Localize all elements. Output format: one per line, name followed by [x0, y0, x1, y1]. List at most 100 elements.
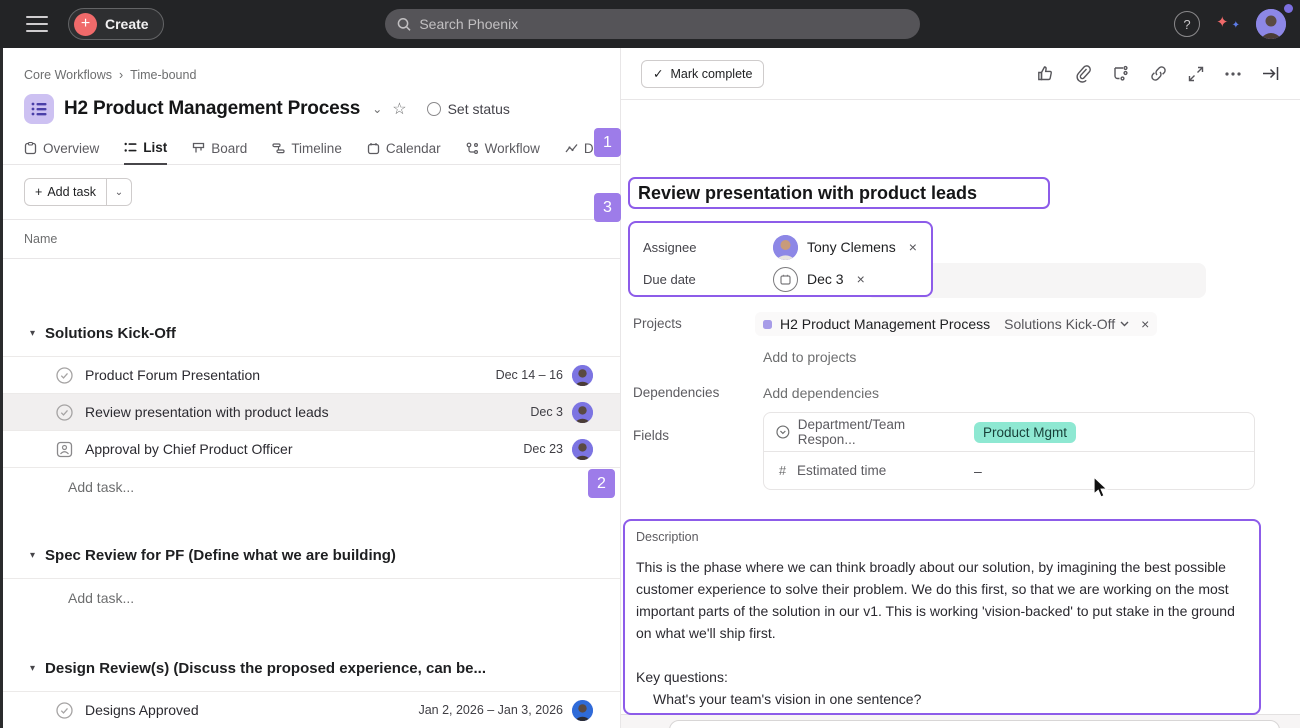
section-header-solutions-kickoff[interactable]: ▾ Solutions Kick-Off	[0, 311, 620, 357]
section-title: Design Review(s) (Discuss the proposed e…	[45, 660, 486, 677]
approval-icon[interactable]	[56, 441, 73, 458]
calendar-icon	[773, 267, 798, 292]
add-task-button[interactable]: + Add task ⌄	[24, 178, 132, 206]
add-task-row[interactable]: Add task...	[0, 468, 620, 505]
task-title: Review presentation with product leads	[638, 183, 977, 204]
close-panel-icon[interactable]	[1261, 65, 1280, 82]
overview-icon	[24, 142, 37, 155]
collapse-triangle-icon[interactable]: ▾	[30, 550, 35, 561]
tab-timeline[interactable]: Timeline	[272, 141, 342, 164]
description-label: Description	[636, 530, 1245, 544]
annotation-badge-2: 2	[588, 469, 615, 498]
add-task-caret-icon[interactable]: ⌄	[107, 179, 131, 205]
task-name: Review presentation with product leads	[85, 404, 329, 420]
department-tag[interactable]: Product Mgmt	[974, 422, 1076, 443]
project-name: H2 Product Management Process	[780, 316, 990, 332]
remove-project-icon[interactable]: ×	[1137, 316, 1149, 332]
add-task-row[interactable]: Add task...	[0, 579, 620, 616]
task-row-selected[interactable]: Review presentation with product leads D…	[0, 394, 620, 431]
assignee-avatar	[572, 402, 593, 423]
check-icon: ✓	[653, 66, 663, 81]
description-paragraph: This is the phase where we can think bro…	[636, 556, 1248, 644]
workflow-icon	[466, 142, 479, 155]
custom-fields-table: Department/Team Respon... Product Mgmt #…	[763, 412, 1255, 490]
projects-label: Projects	[633, 316, 682, 331]
breadcrumb-time-bound[interactable]: Time-bound	[130, 68, 196, 82]
section-header-design-reviews[interactable]: ▾ Design Review(s) (Discuss the proposed…	[0, 646, 620, 692]
check-circle-icon[interactable]	[56, 702, 73, 719]
description-heading: Key questions:	[636, 666, 1248, 688]
favorite-star-icon[interactable]: ☆	[392, 99, 406, 119]
description-field[interactable]: Description This is the phase where we c…	[623, 519, 1261, 715]
title-chevron-down-icon[interactable]: ⌄	[372, 102, 382, 116]
task-title-field[interactable]: Review presentation with product leads	[628, 177, 1050, 209]
task-row[interactable]: Product Forum Presentation Dec 14 – 16	[0, 357, 620, 394]
assignee-value[interactable]: Tony Clemens ×	[773, 235, 917, 260]
description-question: What's your team's vision in one sentenc…	[636, 688, 1248, 710]
attachment-paperclip-icon[interactable]	[1074, 64, 1092, 83]
search-input[interactable]	[419, 16, 908, 32]
project-section-label: Solutions Kick-Off	[1004, 316, 1115, 332]
mark-complete-button[interactable]: ✓ Mark complete	[641, 60, 764, 88]
collapse-triangle-icon[interactable]: ▾	[30, 663, 35, 674]
comment-input-box[interactable]	[669, 720, 1280, 728]
add-task-row-label: Add task...	[68, 590, 134, 606]
task-date: Dec 23	[523, 442, 563, 456]
copy-link-icon[interactable]	[1149, 64, 1168, 83]
task-name: Designs Approved	[85, 702, 199, 718]
project-list-panel: Core Workflows › Time-bound H2 Product M…	[0, 48, 620, 728]
tab-label: Calendar	[386, 141, 441, 156]
breadcrumb-core-workflows[interactable]: Core Workflows	[24, 68, 112, 82]
tab-label: Overview	[43, 141, 99, 156]
hamburger-menu-icon[interactable]	[26, 16, 48, 32]
subtasks-icon[interactable]	[1111, 64, 1130, 83]
task-name: Approval by Chief Product Officer	[85, 441, 293, 457]
tab-workflow[interactable]: Workflow	[466, 141, 540, 164]
task-detail-panel: ✓ Mark complete Review presentation with…	[620, 48, 1300, 728]
set-status-label: Set status	[448, 101, 510, 117]
check-circle-icon[interactable]	[56, 404, 73, 421]
expand-fullscreen-icon[interactable]	[1187, 65, 1205, 83]
description-question: What's the ideal customer experience? (A…	[636, 710, 1248, 715]
task-date: Jan 2, 2026 – Jan 3, 2026	[418, 703, 563, 717]
search-icon	[397, 17, 411, 32]
section-header-spec-review[interactable]: ▾ Spec Review for PF (Define what we are…	[0, 533, 620, 579]
project-value[interactable]: H2 Product Management Process Solutions …	[755, 312, 1157, 336]
more-options-icon[interactable]	[1224, 71, 1242, 77]
mark-complete-label: Mark complete	[670, 67, 752, 81]
remove-due-date-icon[interactable]: ×	[853, 271, 865, 287]
assignee-name: Tony Clemens	[807, 239, 896, 255]
check-circle-icon[interactable]	[56, 367, 73, 384]
field-value-department[interactable]: Product Mgmt	[964, 413, 1254, 451]
number-hash-icon: #	[776, 463, 789, 478]
tab-board[interactable]: Board	[192, 141, 247, 164]
tab-calendar[interactable]: Calendar	[367, 141, 441, 164]
tab-list[interactable]: List	[124, 140, 167, 165]
set-status-button[interactable]: Set status	[427, 101, 510, 117]
section-title: Solutions Kick-Off	[45, 325, 176, 342]
add-dependencies-link[interactable]: Add dependencies	[763, 385, 879, 401]
user-avatar[interactable]	[1256, 9, 1286, 39]
remove-assignee-icon[interactable]: ×	[905, 239, 917, 255]
project-color-dot	[763, 320, 772, 329]
timeline-icon	[272, 142, 285, 155]
task-row[interactable]: Approval by Chief Product Officer Dec 23	[0, 431, 620, 468]
calendar-icon	[367, 142, 380, 155]
search-bar[interactable]	[385, 9, 920, 39]
collapse-triangle-icon[interactable]: ▾	[30, 328, 35, 339]
create-button[interactable]: + Create	[68, 8, 164, 40]
window-edge	[0, 48, 3, 728]
plus-icon: +	[74, 13, 97, 36]
like-thumbs-up-icon[interactable]	[1036, 64, 1055, 83]
task-row[interactable]: Designs Approved Jan 2, 2026 – Jan 3, 20…	[0, 692, 620, 728]
project-section-select[interactable]: Solutions Kick-Off	[1004, 316, 1129, 332]
due-date-value[interactable]: Dec 3 ×	[773, 267, 865, 292]
help-icon[interactable]: ?	[1174, 11, 1200, 37]
task-name: Product Forum Presentation	[85, 367, 260, 383]
ai-sparkle-icon[interactable]: ✦✦	[1216, 12, 1240, 36]
description-text: This is the phase where we can think bro…	[636, 556, 1248, 715]
field-row-estimated-time: # Estimated time –	[764, 451, 1254, 489]
add-to-projects-link[interactable]: Add to projects	[763, 349, 856, 365]
tab-overview[interactable]: Overview	[24, 141, 99, 164]
dashboard-icon	[565, 142, 578, 155]
